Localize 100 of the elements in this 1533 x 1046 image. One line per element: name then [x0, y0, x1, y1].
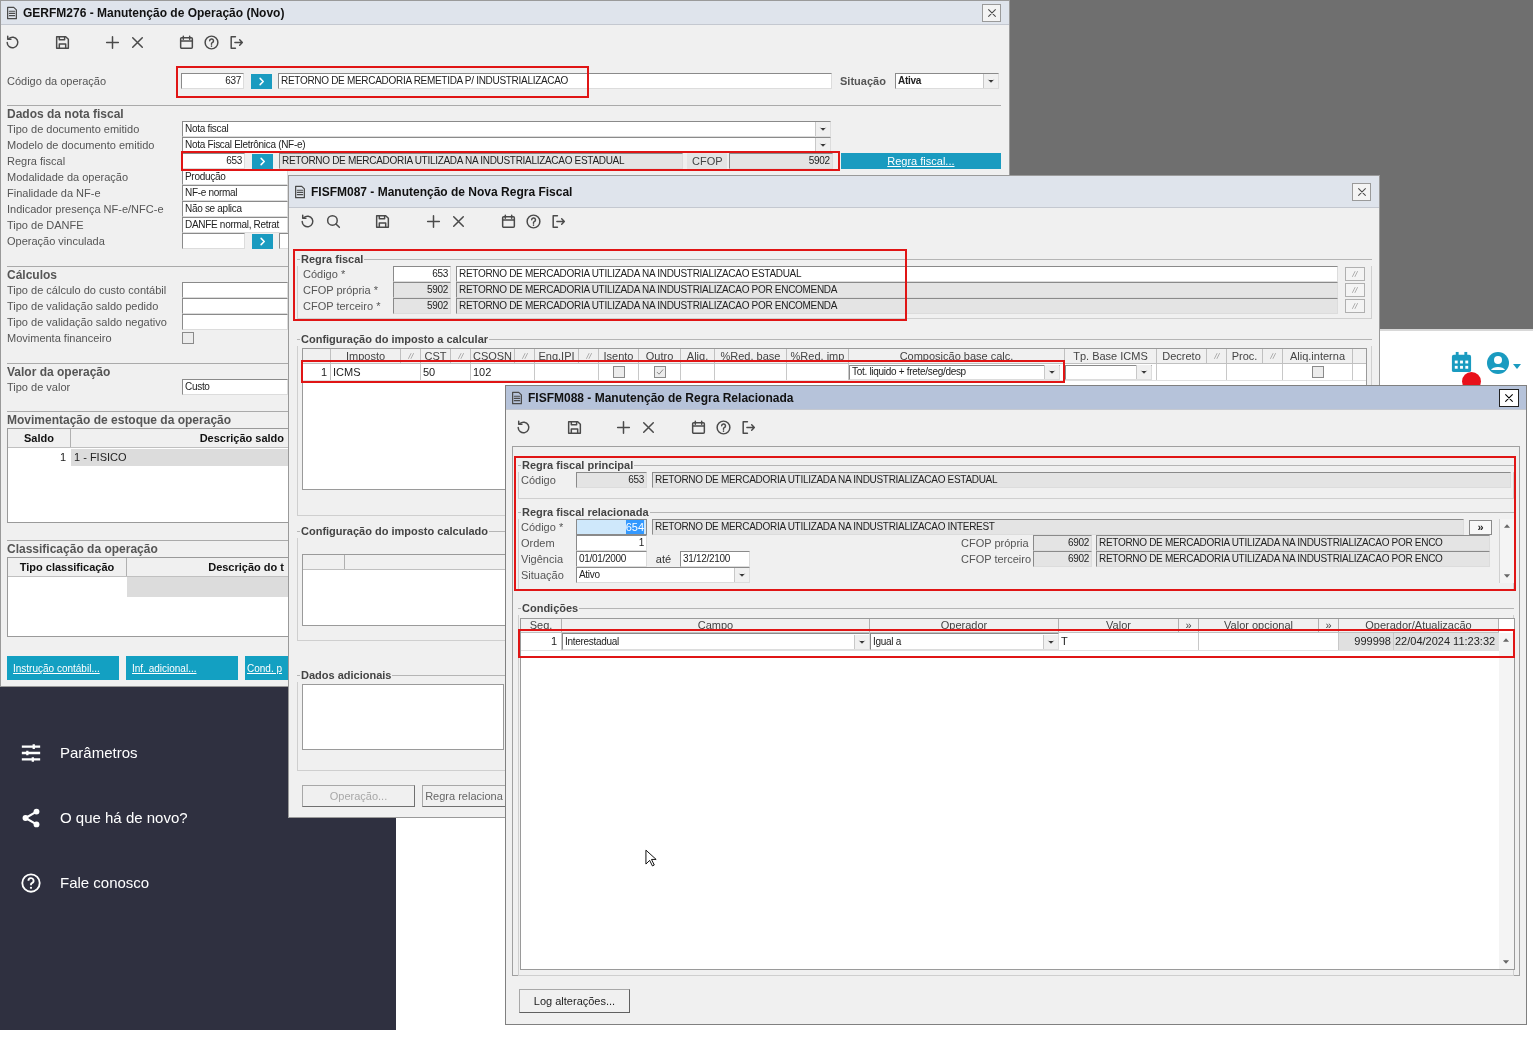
column-header: Descrição do t — [207, 560, 285, 575]
input-field[interactable]: 1 — [576, 535, 647, 551]
group-title: Regra fiscal principal — [521, 457, 635, 473]
column-header: Proc. — [1227, 349, 1263, 363]
refresh-icon[interactable] — [4, 33, 21, 51]
input-field[interactable] — [182, 298, 288, 314]
field-label: Tipo de validação saldo pedido — [7, 299, 160, 313]
table-cell: ICMS — [331, 364, 421, 380]
save-icon[interactable] — [566, 418, 583, 436]
select-field[interactable]: Tot. liquido + frete/seg/desp — [849, 364, 1060, 380]
cfop-field[interactable]: 5902 — [728, 153, 833, 169]
slash-icon[interactable] — [455, 351, 466, 361]
exit-icon[interactable] — [740, 418, 757, 436]
exit-icon[interactable] — [550, 212, 567, 230]
slash-icon[interactable] — [405, 351, 416, 361]
plus-icon[interactable] — [615, 418, 632, 436]
checkbox[interactable] — [182, 332, 194, 344]
help-icon[interactable] — [525, 212, 542, 230]
description-field[interactable]: RETORNO DE MERCADORIA REMETIDA P/ INDUSTRIALIZACAO — [278, 73, 832, 89]
chevron-button[interactable] — [252, 233, 273, 249]
select-field[interactable]: Nota fiscal — [182, 121, 831, 137]
checkbox[interactable] — [612, 366, 625, 378]
help-icon[interactable] — [203, 33, 220, 51]
more-button[interactable]: » — [1469, 519, 1492, 535]
code-field[interactable]: 653 — [576, 472, 647, 488]
description-field[interactable]: RETORNO DE MERCADORIA UTILIZADA NA INDUSTRIALIZACAO ESTADUAL — [279, 153, 683, 169]
input-field[interactable] — [182, 282, 288, 298]
field-label: CFOP terceiro — [961, 552, 1033, 566]
checkbox[interactable] — [653, 366, 666, 378]
checkbox[interactable] — [1311, 366, 1324, 378]
field-label: Código * — [303, 267, 347, 281]
help-icon — [20, 872, 42, 894]
scrollbar[interactable] — [1499, 519, 1514, 583]
date-field[interactable]: 01/01/2000 — [576, 551, 647, 567]
code-field[interactable]: 5902 — [393, 282, 451, 298]
group-title: Regra fiscal relacionada — [521, 504, 650, 520]
code-field[interactable] — [182, 233, 245, 249]
description-field[interactable]: RETORNO DE MERCADORIA UTILIZADA NA INDUSTRIALIZACAO POR ENCOMENDA — [456, 298, 1338, 314]
date-field[interactable]: 31/12/2100 — [680, 551, 750, 567]
plus-icon[interactable] — [104, 33, 121, 51]
code-field[interactable]: 5902 — [393, 298, 451, 314]
cfop-field[interactable]: 6902 — [1033, 551, 1092, 567]
help-icon[interactable] — [715, 418, 732, 436]
column-header: Outro — [639, 349, 681, 363]
input-field[interactable]: Custo — [182, 379, 288, 395]
close-button[interactable] — [1499, 388, 1519, 407]
menu-item[interactable]: O que há de novo? — [60, 806, 188, 830]
slash-icon[interactable] — [519, 351, 530, 361]
action-button[interactable]: Regra relaciona — [422, 785, 506, 807]
close-button[interactable] — [982, 3, 1001, 22]
column-header: Valor — [1059, 619, 1179, 632]
refresh-icon[interactable] — [299, 212, 316, 230]
plus-icon[interactable] — [425, 212, 442, 230]
document-icon — [293, 183, 307, 200]
select-field[interactable]: Igual a — [870, 633, 1059, 650]
description-field[interactable]: RETORNO DE MERCADORIA UTILIZADA NA INDUSTRIALIZACAO POR ENCOMENDA — [456, 282, 1338, 298]
calendar-icon[interactable] — [178, 33, 195, 51]
description-field[interactable]: RETORNO DE MERCADORIA UTILIZADA NA INDUSTRIALIZACAO POR ENCO — [1096, 535, 1490, 551]
calendar-icon — [1450, 351, 1473, 374]
select-field[interactable]: Ativo — [576, 567, 750, 583]
field-label: Código — [520, 473, 557, 487]
text-area[interactable] — [302, 684, 504, 750]
code-field[interactable]: 653 — [182, 153, 245, 169]
description-field[interactable]: RETORNO DE MERCADORIA UTILIZADA NA INDUSTRIALIZACAO POR ENCO — [1096, 551, 1490, 567]
close-button[interactable] — [1352, 182, 1371, 201]
cfop-field[interactable]: 6902 — [1033, 535, 1092, 551]
column-header: Imposto — [331, 349, 401, 363]
sliders-icon — [20, 742, 42, 764]
select-field[interactable]: Ativa — [895, 73, 999, 89]
log-button[interactable]: Log alterações... — [519, 989, 630, 1013]
group-title: Condições — [521, 600, 580, 616]
slash-icon[interactable] — [583, 351, 594, 361]
code-field[interactable]: 637 — [181, 73, 244, 89]
input-field[interactable] — [182, 314, 288, 330]
search-icon[interactable] — [325, 212, 342, 230]
chevron-icon — [256, 75, 267, 87]
description-field[interactable]: RETORNO DE MERCADORIA UTILIZADA NA INDUSTRIALIZACAO ESTADUAL — [652, 472, 1511, 488]
calendar-icon[interactable] — [690, 418, 707, 436]
table-cell-text: 1 — [58, 450, 67, 465]
code-field[interactable]: 653 — [393, 266, 451, 282]
scrollbar[interactable] — [1499, 633, 1514, 969]
calendar-icon[interactable] — [500, 212, 517, 230]
save-icon[interactable] — [54, 33, 71, 51]
chevron-button[interactable] — [251, 73, 272, 89]
input-field[interactable]: NF-e normal — [182, 185, 288, 201]
exit-icon[interactable] — [228, 33, 245, 51]
menu-item[interactable]: Fale conosco — [60, 871, 150, 895]
chevron-button[interactable] — [252, 153, 273, 169]
input-field[interactable]: DANFE normal, Retrat — [182, 217, 288, 233]
input-field[interactable] — [279, 233, 289, 249]
select-field[interactable] — [1065, 364, 1152, 380]
input-field[interactable]: Não se aplica — [182, 201, 288, 217]
column-header: » — [1319, 619, 1339, 632]
save-icon[interactable] — [374, 212, 391, 230]
description-field[interactable]: RETORNO DE MERCADORIA UTILIZADA NA INDUSTRIALIZACAO ESTADUAL — [456, 266, 1338, 282]
select-field[interactable]: Interestadual — [562, 633, 870, 650]
refresh-icon[interactable] — [515, 418, 532, 436]
description-field[interactable]: RETORNO DE MERCADORIA UTILIZADA NA INDUSTRIALIZACAO INTEREST — [652, 519, 1464, 535]
field-label: Tipo de validação saldo negativo — [7, 315, 168, 329]
menu-item[interactable]: Parâmetros — [60, 741, 138, 765]
